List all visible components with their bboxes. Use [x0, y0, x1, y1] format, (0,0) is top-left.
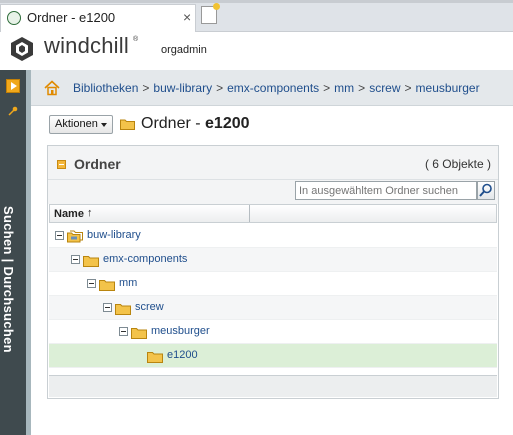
pin-icon[interactable] [8, 106, 18, 116]
breadcrumb-item-screw[interactable]: screw [369, 81, 400, 95]
library-folder-icon [67, 230, 83, 246]
collapse-node-icon[interactable] [103, 303, 112, 312]
breadcrumb-separator: > [358, 81, 366, 95]
breadcrumb-item-meusburger[interactable]: meusburger [416, 81, 480, 95]
folder-icon [131, 326, 147, 342]
collapse-panel-icon[interactable] [57, 160, 66, 169]
tree-node-label[interactable]: screw [135, 301, 164, 313]
folder-tree: buw-library emx-components mm screw meusburg… [49, 224, 497, 368]
page-title-name: e1200 [205, 115, 250, 132]
breadcrumb-item-emx-components[interactable]: emx-components [227, 81, 319, 95]
actions-dropdown-button[interactable]: Aktionen [49, 115, 113, 134]
column-header-name[interactable]: Name [54, 208, 84, 220]
page-title-prefix: Ordner - [141, 115, 206, 132]
collapse-node-icon[interactable] [55, 231, 64, 240]
tree-node-label[interactable]: buw-library [87, 229, 141, 241]
actions-label: Aktionen [55, 118, 98, 130]
browser-tab-title: Ordner - e1200 [27, 10, 116, 25]
folder-icon [115, 302, 131, 318]
panel-title: Ordner [74, 156, 121, 172]
breadcrumb-item-mm[interactable]: mm [334, 81, 354, 95]
folder-icon [120, 119, 135, 130]
tree-row[interactable]: buw-library [49, 224, 497, 248]
panel-footer [49, 375, 497, 397]
column-header-row: Name ↑ [49, 204, 497, 223]
tab-close-icon[interactable]: × [183, 9, 191, 25]
breadcrumb-item-bibliotheken[interactable]: Bibliotheken [73, 81, 138, 95]
tree-node-label[interactable]: e1200 [167, 349, 198, 361]
search-button[interactable] [477, 181, 495, 200]
tree-row[interactable]: screw [49, 296, 497, 320]
tree-node-label[interactable]: mm [119, 277, 137, 289]
sort-ascending-icon[interactable]: ↑ [87, 207, 93, 219]
folder-icon [99, 278, 115, 294]
windchill-wordmark: windchill [44, 33, 129, 58]
collapse-node-icon[interactable] [119, 327, 128, 336]
breadcrumb-item-buw-library[interactable]: buw-library [153, 81, 212, 95]
rail-divider[interactable] [26, 70, 31, 435]
breadcrumb-separator: > [323, 81, 331, 95]
tree-row[interactable]: e1200 [49, 344, 497, 368]
folder-panel: Ordner ( 6 Objekte ) Name ↑ buw-library e… [47, 145, 499, 399]
breadcrumb-separator: > [142, 81, 150, 95]
folder-icon [83, 254, 99, 270]
breadcrumb: Bibliotheken > buw-library > emx-components >… [73, 81, 480, 95]
tree-row[interactable]: emx-components [49, 248, 497, 272]
column-resize-handle[interactable] [249, 205, 250, 222]
folder-search-input[interactable] [295, 181, 477, 200]
folder-icon [147, 350, 163, 366]
chevron-down-icon [101, 123, 107, 127]
collapse-node-icon[interactable] [87, 279, 96, 288]
trademark-mark: ® [133, 36, 139, 43]
tree-row[interactable]: meusburger [49, 320, 497, 344]
app-header: windchill ® orgadmin [0, 32, 513, 68]
tree-row[interactable]: mm [49, 272, 497, 296]
panel-header: Ordner ( 6 Objekte ) [48, 146, 498, 180]
browser-tab-strip: Ordner - e1200 × [0, 0, 513, 32]
windchill-logo-icon [11, 37, 33, 61]
browser-tab[interactable]: Ordner - e1200 × [0, 4, 196, 32]
object-count: ( 6 Objekte ) [424, 157, 491, 171]
tree-node-label[interactable]: meusburger [151, 325, 210, 337]
breadcrumb-separator: > [404, 81, 412, 95]
page-title: Ordner - e1200 [141, 115, 250, 133]
new-tab-icon[interactable] [201, 3, 220, 24]
breadcrumb-separator: > [216, 81, 224, 95]
breadcrumb-bar: Bibliotheken > buw-library > emx-components >… [31, 70, 513, 106]
username-label[interactable]: orgadmin [161, 44, 207, 56]
panel-search-row [48, 180, 498, 204]
tab-strip-top-edge [0, 0, 513, 3]
search-browse-tab[interactable]: Suchen | Durchsuchen [1, 206, 16, 353]
tree-node-label[interactable]: emx-components [103, 253, 187, 265]
page-bottom [31, 410, 513, 435]
navigator-rail: Suchen | Durchsuchen [0, 70, 26, 435]
windchill-favicon-icon [7, 11, 21, 25]
home-icon[interactable] [44, 80, 60, 96]
collapse-node-icon[interactable] [71, 255, 80, 264]
search-icon [479, 183, 492, 197]
expand-navigator-icon[interactable] [6, 79, 20, 93]
